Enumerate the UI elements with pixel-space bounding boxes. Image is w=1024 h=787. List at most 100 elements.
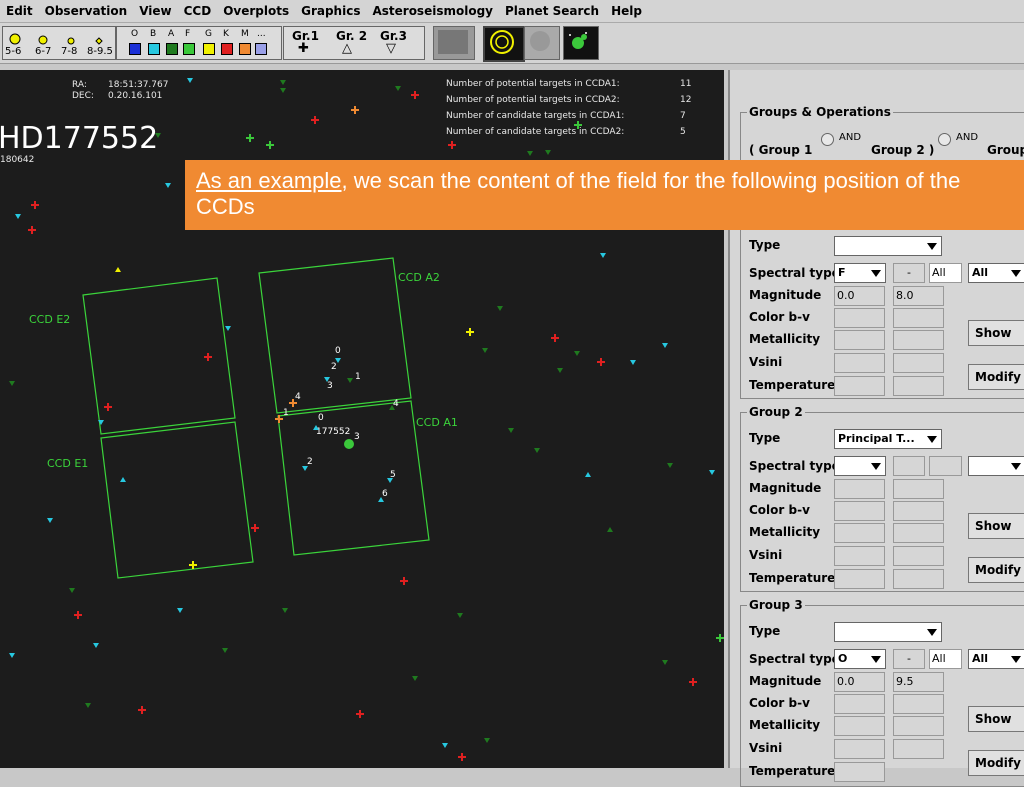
star-triangle-down-marker[interactable] xyxy=(9,653,15,658)
star-triangle-down-marker[interactable] xyxy=(225,326,231,331)
star-plus-marker[interactable] xyxy=(458,753,466,761)
star-plus-marker[interactable] xyxy=(448,141,456,149)
star-triangle-down-marker[interactable] xyxy=(457,613,463,618)
star-plus-marker[interactable] xyxy=(466,328,474,336)
spectral-color-swatch[interactable] xyxy=(166,43,178,55)
spectral-color-swatch[interactable] xyxy=(129,43,141,55)
group2-metal-max-field[interactable] xyxy=(893,523,944,543)
ccd-e2-frame[interactable] xyxy=(82,277,236,435)
group1-vsini-max-field[interactable] xyxy=(893,353,944,373)
star-triangle-down-marker[interactable] xyxy=(177,608,183,613)
star-plus-marker[interactable] xyxy=(400,577,408,585)
group-buttons[interactable]: Gr.1 ✚ Gr. 2 △ Gr.3 ▽ xyxy=(283,26,425,60)
star-plus-marker[interactable] xyxy=(104,403,112,411)
star-triangle-down-marker[interactable] xyxy=(412,676,418,681)
menu-planet-search[interactable]: Planet Search xyxy=(505,4,599,18)
menu-observation[interactable]: Observation xyxy=(45,4,128,18)
star-triangle-down-marker[interactable] xyxy=(662,660,668,665)
ccd-a1-frame[interactable] xyxy=(277,400,430,556)
group2-color-max-field[interactable] xyxy=(893,501,944,521)
group3-show-button[interactable]: Show xyxy=(968,706,1024,732)
star-triangle-down-marker[interactable] xyxy=(630,360,636,365)
star-plus-marker[interactable] xyxy=(411,91,419,99)
star-triangle-down-marker[interactable] xyxy=(280,88,286,93)
star-plus-marker[interactable] xyxy=(138,706,146,714)
group1-metal-min-field[interactable] xyxy=(834,330,885,350)
group2-spectral-to-field[interactable] xyxy=(929,456,962,476)
star-plus-marker[interactable] xyxy=(28,226,36,234)
group3-spectral-from-select[interactable]: O xyxy=(834,649,886,669)
magnitude-legend[interactable]: 5-6 6-7 7-8 8-9.5 xyxy=(2,26,116,60)
group1-spectral-to-field[interactable]: All xyxy=(929,263,962,283)
star-plus-marker[interactable] xyxy=(351,106,359,114)
star-triangle-down-marker[interactable] xyxy=(600,253,606,258)
group3-vsini-max-field[interactable] xyxy=(893,739,944,759)
group2-mag-min-field[interactable] xyxy=(834,479,885,499)
group2-mag-max-field[interactable] xyxy=(893,479,944,499)
star-triangle-down-marker[interactable] xyxy=(187,78,193,83)
and-radio-1[interactable] xyxy=(821,133,834,146)
star-plus-marker[interactable] xyxy=(266,141,274,149)
star-triangle-down-marker[interactable] xyxy=(282,608,288,613)
group1-mag-max-field[interactable]: 8.0 xyxy=(893,286,944,306)
star-triangle-down-marker[interactable] xyxy=(15,214,21,219)
spectral-legend[interactable]: O B A F G K M... xyxy=(116,26,282,60)
star-triangle-down-marker[interactable] xyxy=(667,463,673,468)
star-triangle-down-marker[interactable] xyxy=(69,588,75,593)
group1-metal-max-field[interactable] xyxy=(893,330,944,350)
group1-color-max-field[interactable] xyxy=(893,308,944,328)
group1-temp-max-field[interactable] xyxy=(893,376,944,396)
ccd-a2-frame[interactable] xyxy=(258,257,412,414)
group2-modify-button[interactable]: Modify xyxy=(968,557,1024,583)
group2-vsini-min-field[interactable] xyxy=(834,546,885,566)
group1-spectral-from-select[interactable]: F xyxy=(834,263,886,283)
group3-temp-min-field[interactable] xyxy=(834,762,885,782)
group2-spectral-from-select[interactable] xyxy=(834,456,886,476)
group3-mag-max-field[interactable]: 9.5 xyxy=(893,672,944,692)
star-plus-marker[interactable] xyxy=(689,678,697,686)
spectral-color-swatch[interactable] xyxy=(203,43,215,55)
group1-mag-min-field[interactable]: 0.0 xyxy=(834,286,885,306)
group3-color-max-field[interactable] xyxy=(893,694,944,714)
and-radio-2[interactable] xyxy=(938,133,951,146)
callout-link[interactable]: As an example xyxy=(196,168,342,193)
group1-color-min-field[interactable] xyxy=(834,308,885,328)
menu-view[interactable]: View xyxy=(139,4,171,18)
star-triangle-down-marker[interactable] xyxy=(497,306,503,311)
group3-metal-min-field[interactable] xyxy=(834,716,885,736)
dss-image-button[interactable] xyxy=(433,26,475,60)
star-plus-marker[interactable] xyxy=(716,634,724,642)
group2-type-select[interactable]: Principal T... xyxy=(834,429,942,449)
group2-metal-min-field[interactable] xyxy=(834,523,885,543)
group1-type-select[interactable] xyxy=(834,236,942,256)
star-triangle-down-marker[interactable] xyxy=(98,420,104,425)
star-plus-marker[interactable] xyxy=(356,710,364,718)
group3-type-select[interactable] xyxy=(834,622,942,642)
menu-edit[interactable]: Edit xyxy=(6,4,33,18)
menu-asteroseismology[interactable]: Asteroseismology xyxy=(372,4,493,18)
star-triangle-down-marker[interactable] xyxy=(442,743,448,748)
star-plus-marker[interactable] xyxy=(597,358,605,366)
star-triangle-down-marker[interactable] xyxy=(93,643,99,648)
group3-spectral-to-field[interactable]: All xyxy=(929,649,962,669)
group1-modify-button[interactable]: Modify xyxy=(968,364,1024,390)
group2-temp-min-field[interactable] xyxy=(834,569,885,589)
star-triangle-up-marker[interactable] xyxy=(585,472,591,477)
group3-metal-max-field[interactable] xyxy=(893,716,944,736)
star-triangle-down-marker[interactable] xyxy=(527,151,533,156)
group1-show-button[interactable]: Show xyxy=(968,320,1024,346)
star-plus-marker[interactable] xyxy=(311,116,319,124)
group1-spectral-all-select[interactable]: All xyxy=(968,263,1024,283)
menu-help[interactable]: Help xyxy=(611,4,642,18)
group2-vsini-max-field[interactable] xyxy=(893,546,944,566)
star-plus-marker[interactable] xyxy=(551,334,559,342)
group3-mag-min-field[interactable]: 0.0 xyxy=(834,672,885,692)
star-triangle-down-marker[interactable] xyxy=(9,381,15,386)
group1-vsini-min-field[interactable] xyxy=(834,353,885,373)
group3-spectral-all-select[interactable]: All xyxy=(968,649,1024,669)
star-triangle-down-marker[interactable] xyxy=(709,470,715,475)
star-triangle-down-marker[interactable] xyxy=(280,80,286,85)
starfield-button[interactable] xyxy=(563,26,599,60)
group1-temp-min-field[interactable] xyxy=(834,376,885,396)
star-triangle-up-marker[interactable] xyxy=(120,477,126,482)
